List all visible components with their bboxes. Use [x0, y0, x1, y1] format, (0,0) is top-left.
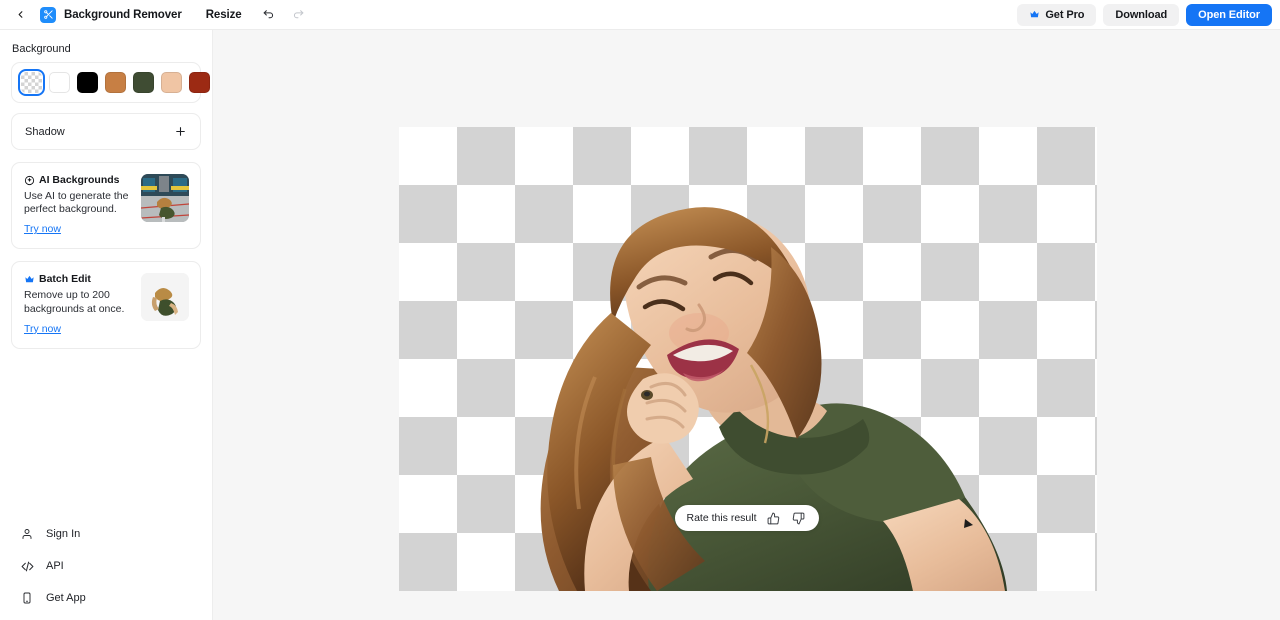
toolbar-right-group: Get Pro Download Open Editor [1017, 3, 1272, 26]
download-button[interactable]: Download [1103, 3, 1180, 26]
thumbs-down-icon [792, 512, 805, 524]
toolbar-left-group: Background Remover Resize [10, 5, 308, 25]
sidebar-item-get-app[interactable]: Get App [11, 582, 201, 614]
swatch-peach[interactable] [161, 72, 182, 93]
swatch-brick[interactable] [189, 72, 210, 93]
sidebar-item-label-get-app: Get App [46, 592, 86, 604]
undo-icon [263, 10, 274, 19]
get-pro-label: Get Pro [1045, 8, 1085, 21]
shadow-row[interactable]: Shadow [11, 113, 201, 150]
swatch-transparent[interactable] [18, 69, 45, 96]
promo-ai-description: Use AI to generate the perfect backgroun… [24, 190, 129, 216]
promo-ai-text: AI Backgrounds Use AI to generate the pe… [24, 174, 133, 237]
person-icon [20, 528, 34, 540]
promo-card-batch-edit[interactable]: Batch Edit Remove up to 200 backgrounds … [11, 261, 201, 349]
get-pro-button[interactable]: Get Pro [1017, 3, 1097, 26]
batch-edit-thumbnail [141, 273, 189, 322]
rate-result-label: Rate this result [686, 512, 757, 524]
open-editor-button[interactable]: Open Editor [1186, 3, 1272, 26]
promo-ai-try-now-link[interactable]: Try now [24, 223, 61, 235]
ai-background-thumbnail [141, 174, 189, 222]
app-logo-icon[interactable] [40, 6, 56, 23]
promo-batch-description: Remove up to 200 backgrounds at once. [24, 289, 125, 315]
swatch-black[interactable] [77, 72, 98, 93]
swatch-white[interactable] [49, 72, 70, 93]
promo-batch-title: Batch Edit [39, 273, 91, 286]
sidebar-item-sign-in[interactable]: Sign In [11, 518, 201, 550]
sidebar-item-label-api: API [46, 560, 64, 572]
batch-thumb-art [141, 273, 189, 322]
promo-card-ai-backgrounds[interactable]: AI Backgrounds Use AI to generate the pe… [11, 162, 201, 250]
thumbs-down-button[interactable] [791, 510, 807, 526]
swatch-tan[interactable] [105, 72, 126, 93]
redo-icon [294, 10, 304, 19]
rate-result-bar: Rate this result [674, 505, 819, 531]
chevron-left-icon [18, 11, 22, 18]
promo-batch-try-now-link[interactable]: Try now [24, 323, 61, 335]
undo-button[interactable] [260, 6, 278, 24]
scissors-sparkle-glyph [43, 10, 53, 19]
phone-icon [20, 592, 34, 604]
app-root: Background Remover Resize Get Pro Downlo… [0, 0, 1280, 620]
ai-thumb-art [141, 174, 189, 222]
history-buttons [260, 6, 308, 24]
back-button[interactable] [10, 5, 30, 25]
shadow-label: Shadow [25, 125, 65, 138]
sidebar-bottom-nav: Sign In API Get App [11, 518, 201, 620]
redo-button[interactable] [290, 6, 308, 24]
resize-button[interactable]: Resize [206, 9, 242, 21]
ai-sparkle-icon [24, 175, 35, 185]
top-toolbar: Background Remover Resize Get Pro Downlo… [0, 0, 1280, 30]
promo-ai-title: AI Backgrounds [39, 174, 120, 186]
swatch-olive[interactable] [133, 72, 154, 93]
canvas-area[interactable]: Rate this result [213, 30, 1280, 620]
left-sidebar: Background Shadow AI Backgrounds Use AI … [0, 30, 238, 620]
plus-icon [176, 127, 185, 136]
sidebar-item-label-sign-in: Sign In [46, 528, 81, 540]
promo-ai-heading: AI Backgrounds [24, 174, 133, 186]
crown-icon [1030, 10, 1039, 18]
thumbs-up-icon [767, 512, 780, 524]
promo-batch-heading: Batch Edit [24, 273, 133, 285]
main-body: Background Shadow AI Backgrounds Use AI … [0, 30, 1280, 620]
add-shadow-button[interactable] [174, 125, 187, 138]
crown-icon [25, 275, 34, 283]
background-swatch-list [11, 62, 238, 103]
app-title: Background Remover [64, 8, 182, 21]
code-icon [20, 560, 34, 573]
thumbs-up-button[interactable] [766, 510, 782, 526]
promo-batch-text: Batch Edit Remove up to 200 backgrounds … [24, 273, 133, 336]
background-section-label: Background [12, 43, 71, 55]
sidebar-item-api[interactable]: API [11, 550, 201, 582]
